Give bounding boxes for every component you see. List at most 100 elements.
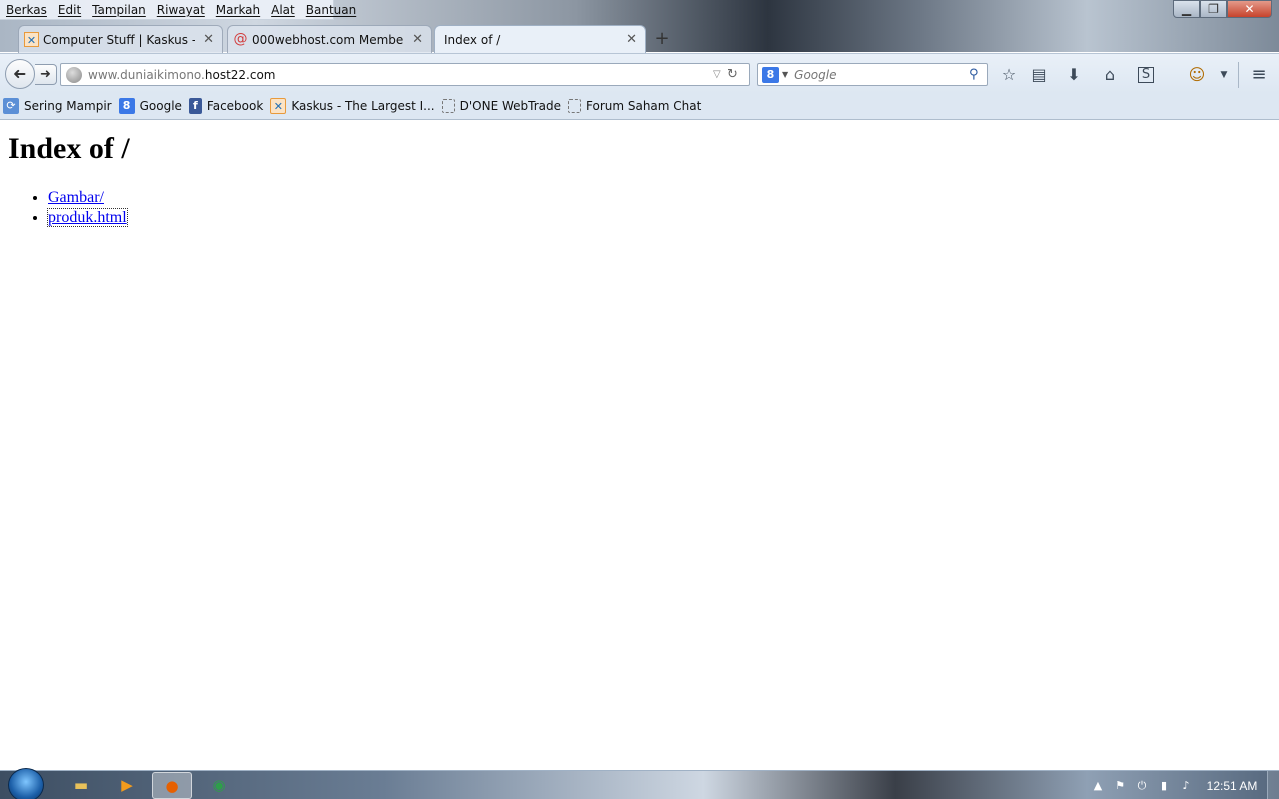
tab-title: Computer Stuff | Kaskus - ... (43, 32, 196, 47)
menu-tampilan[interactable]: Tampilan (92, 3, 146, 17)
list-item: Gambar/ (48, 188, 127, 208)
tab-close-icon[interactable]: ✕ (412, 32, 423, 47)
bookmark-label: Sering Mampir (24, 99, 112, 113)
bookmarks-list-icon[interactable]: ▤ (1028, 65, 1050, 85)
folder-icon (568, 99, 581, 113)
bookmark-done-webtrade[interactable]: D'ONE WebTrade (441, 99, 561, 113)
downloads-icon[interactable]: ⬇ (1063, 65, 1085, 85)
taskbar-firefox[interactable]: ● (152, 772, 192, 799)
system-tray: ▲ ⚑ ⏻ ▮ ♪ 12:51 AM (1087, 771, 1279, 799)
power-plug-icon[interactable]: ⏻ (1131, 779, 1153, 793)
monkey-addon-icon[interactable]: ☺ (1186, 65, 1208, 85)
url-prefix: www.duniaikimono. (88, 67, 205, 82)
bookmark-label: D'ONE WebTrade (459, 99, 561, 113)
bookmark-star-icon[interactable]: ☆ (998, 65, 1020, 85)
bookmark-label: Facebook (206, 99, 264, 113)
home-icon[interactable]: ⌂ (1099, 65, 1121, 85)
bookmark-google[interactable]: 8 Google (118, 98, 182, 114)
url-bar[interactable]: www.duniaikimono.host22.com ▽ ↻ (60, 63, 750, 86)
arrow-right-icon: ➜ (40, 67, 51, 82)
bookmark-label: Google (139, 99, 182, 113)
menu-riwayat[interactable]: Riwayat (157, 3, 205, 17)
taskbar-explorer[interactable]: ▬ (61, 772, 101, 799)
search-input[interactable] (794, 67, 969, 82)
action-center-flag-icon[interactable]: ⚑ (1109, 779, 1131, 792)
url-host: host22.com (204, 67, 276, 82)
kaskus-icon: ✕ (270, 98, 287, 114)
bookmarks-toolbar: ⟳ Sering Mampir 8 Google f Facebook ✕ Ka… (0, 93, 1279, 120)
search-icon[interactable]: ⚲ (969, 67, 987, 82)
folder-icon: ▬ (73, 776, 89, 794)
page-content: Index of / Gambar/ produk.html (0, 120, 1279, 770)
restore-icon: ❐ (1208, 2, 1219, 16)
navigation-toolbar: ➜ ➜ www.duniaikimono.host22.com ▽ ↻ 8 ▼ … (0, 53, 1279, 93)
globe-icon (66, 66, 82, 83)
tab-title: 000webhost.com Members... (252, 32, 404, 47)
arrow-left-icon: ➜ (13, 64, 27, 83)
bookmark-label: Forum Saham Chat (586, 99, 702, 113)
bookmark-forum-saham-chat[interactable]: Forum Saham Chat (568, 99, 701, 113)
maximize-button[interactable]: ❐ (1200, 0, 1227, 18)
back-forward-group: ➜ ➜ (5, 59, 58, 89)
most-visited-icon: ⟳ (3, 98, 19, 114)
menu-berkas[interactable]: Berkas (6, 3, 47, 17)
menu-hamburger-icon[interactable]: ≡ (1248, 65, 1270, 85)
volume-icon[interactable]: ♪ (1175, 779, 1197, 792)
tab-index[interactable]: Index of / ✕ (434, 25, 646, 53)
back-button[interactable]: ➜ (5, 59, 35, 89)
file-list: Gambar/ produk.html (47, 188, 128, 228)
kaskus-icon: ✕ (24, 32, 39, 47)
start-button[interactable] (8, 768, 44, 799)
bookmark-label: Kaskus - The Largest I... (291, 99, 435, 113)
webhost-icon: @ (233, 31, 248, 47)
url-text[interactable]: www.duniaikimono.host22.com (88, 68, 713, 82)
list-item: produk.html (47, 208, 128, 228)
tab-computer-stuff[interactable]: ✕ Computer Stuff | Kaskus - ... ✕ (18, 25, 223, 53)
taskbar: ▬ ▶ ● ◉ ▲ ⚑ ⏻ ▮ ♪ 12:51 AM (0, 768, 1279, 799)
addon-dropdown-icon[interactable]: ▼ (1213, 65, 1235, 85)
menu-bantuan[interactable]: Bantuan (306, 3, 356, 17)
bookmark-sering-mampir[interactable]: ⟳ Sering Mampir (3, 98, 112, 114)
tab-strip: ✕ Computer Stuff | Kaskus - ... ✕ @ 000w… (0, 25, 1279, 53)
tab-close-icon[interactable]: ✕ (203, 32, 214, 47)
menu-alat[interactable]: Alat (271, 3, 295, 17)
page-title: Index of / (8, 132, 130, 165)
plus-icon: + (654, 28, 670, 49)
clock[interactable]: 12:51 AM (1197, 779, 1267, 793)
taskbar-media-player[interactable]: ▶ (107, 772, 147, 799)
network-signal-icon[interactable]: ▮ (1153, 779, 1175, 792)
link-produk-html[interactable]: produk.html (47, 208, 128, 227)
firefox-icon: ● (165, 777, 179, 795)
link-gambar[interactable]: Gambar/ (48, 189, 104, 206)
reload-icon[interactable]: ↻ (727, 67, 745, 82)
facebook-icon: f (188, 98, 202, 114)
show-desktop-button[interactable] (1267, 771, 1279, 799)
addon-s-icon[interactable]: S (1138, 67, 1154, 83)
url-history-dropdown-icon[interactable]: ▽ (713, 69, 727, 80)
menu-edit[interactable]: Edit (58, 3, 81, 17)
bookmark-kaskus[interactable]: ✕ Kaskus - The Largest I... (270, 98, 435, 114)
menu-markah[interactable]: Markah (216, 3, 260, 17)
menu-bar: Berkas Edit Tampilan Riwayat Markah Alat… (0, 0, 356, 20)
media-player-icon: ▶ (121, 776, 133, 794)
tab-000webhost[interactable]: @ 000webhost.com Members... ✕ (227, 25, 432, 53)
folder-icon (441, 99, 455, 113)
forward-button[interactable]: ➜ (35, 64, 57, 85)
taskbar-chrome[interactable]: ◉ (199, 772, 239, 799)
google-icon: 8 (118, 98, 135, 114)
bookmark-facebook[interactable]: f Facebook (188, 98, 264, 114)
minimize-icon: ▁ (1181, 2, 1192, 16)
chevron-down-icon[interactable]: ▼ (782, 70, 788, 79)
new-tab-button[interactable]: + (652, 29, 672, 49)
window-controls: ▁ ❐ ✕ (1173, 0, 1272, 18)
chrome-icon: ◉ (212, 776, 226, 794)
google-icon[interactable]: 8 (762, 66, 779, 83)
search-bar[interactable]: 8 ▼ ⚲ (757, 63, 988, 86)
close-window-button[interactable]: ✕ (1227, 0, 1272, 18)
close-icon: ✕ (1244, 2, 1255, 16)
tab-title: Index of / (444, 32, 501, 47)
tab-close-icon[interactable]: ✕ (626, 32, 637, 47)
tray-expand-icon[interactable]: ▲ (1087, 779, 1109, 792)
minimize-button[interactable]: ▁ (1173, 0, 1200, 18)
toolbar-separator (1238, 62, 1239, 88)
